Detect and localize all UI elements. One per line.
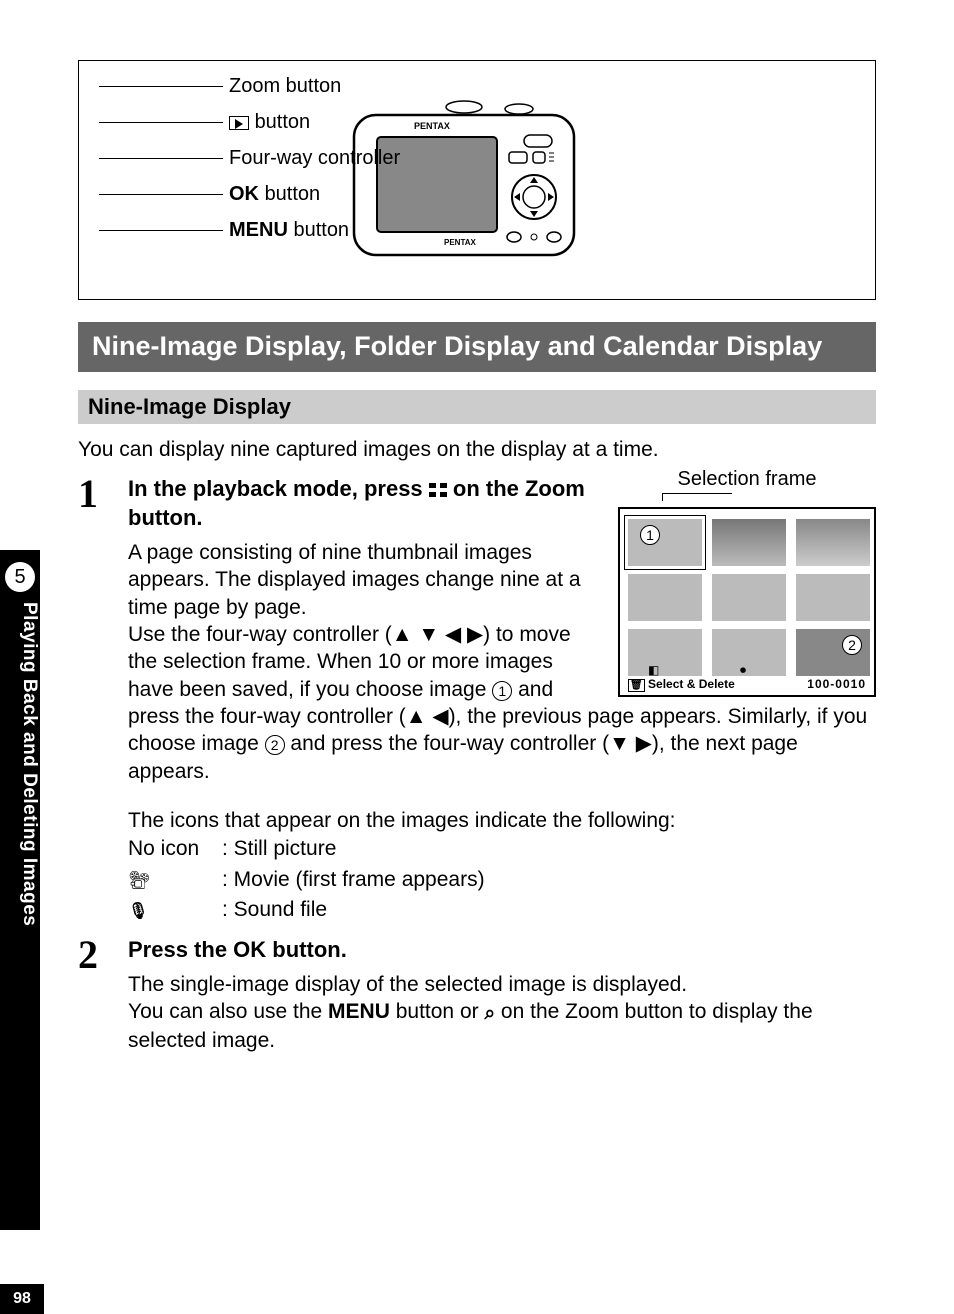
label-playback-button: button (99, 111, 310, 134)
camera-illustration: PENTAX PENTAX (349, 97, 579, 267)
page-number: 98 (0, 1284, 44, 1314)
svg-text:PENTAX: PENTAX (444, 238, 477, 247)
camera-diagram: PENTAX PENTAX (78, 60, 876, 300)
circled-1-inline: 1 (492, 681, 512, 701)
label-ok-button: OK button (99, 183, 320, 206)
trash-icon: 🗑 (628, 679, 645, 692)
selection-frame-label: Selection frame (678, 468, 817, 490)
nine-image-icon (429, 483, 447, 497)
movie-icon: 📽 (128, 867, 151, 893)
movie-thumb-icon: ◧ (648, 663, 659, 677)
step-2-body-b: You can also use the MENU button or ⌕ on… (128, 998, 876, 1054)
lcd-circled-2: 2 (842, 635, 862, 655)
selection-frame-figure: Selection frame 1 2 (618, 468, 876, 697)
lcd-circled-1: 1 (640, 525, 660, 545)
magnify-icon: ⌕ (484, 1002, 495, 1027)
circled-2-inline: 2 (265, 735, 285, 755)
legend-still: No icon : Still picture (128, 834, 876, 864)
legend-sound: 🎙 : Sound file (128, 895, 876, 925)
intro-text: You can display nine captured images on … (78, 438, 876, 462)
playback-icon (229, 116, 249, 130)
step-number-1: 1 (78, 474, 128, 514)
step-2-heading: Press the OK button. (128, 935, 876, 965)
label-fourway-controller: Four-way controller (99, 147, 400, 170)
icons-intro: The icons that appear on the images indi… (128, 807, 876, 834)
step-2-body-a: The single-image display of the selected… (128, 971, 876, 998)
step-number-2: 2 (78, 935, 128, 975)
microphone-icon: 🎙 (128, 900, 148, 923)
lcd-preview: 1 2 ◧ ⏺ 🗑 Select & Delete (618, 507, 876, 697)
lcd-footer-left: 🗑 Select & Delete (628, 677, 735, 691)
label-menu-button: MENU button (99, 219, 349, 242)
sound-thumb-icon: ⏺ (740, 663, 746, 678)
label-zoom-button: Zoom button (99, 75, 341, 98)
legend-movie: 📽 : Movie (first frame appears) (128, 865, 876, 895)
svg-text:PENTAX: PENTAX (414, 121, 450, 131)
lcd-footer-right: 100-0010 (807, 677, 866, 691)
subsection-title: Nine-Image Display (78, 390, 876, 424)
step-2: 2 Press the OK button. The single-image … (78, 935, 876, 1054)
step-1: 1 Selection frame 1 (78, 474, 876, 926)
section-title: Nine-Image Display, Folder Display and C… (78, 322, 876, 372)
